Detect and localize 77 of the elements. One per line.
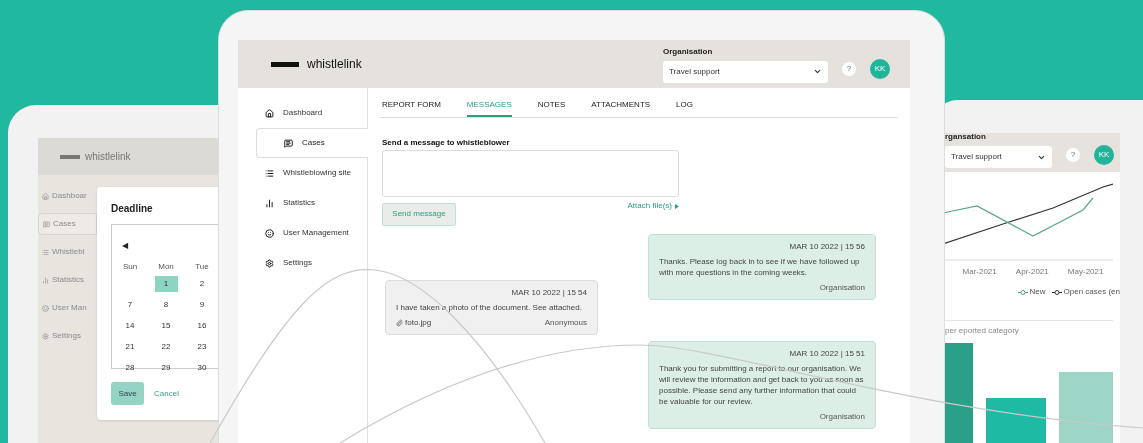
triangle-right-icon xyxy=(675,203,679,209)
axis-label: Mar-2021 xyxy=(962,266,997,278)
smiley-icon xyxy=(42,304,49,312)
save-button[interactable]: Save xyxy=(111,382,144,405)
chart-bar xyxy=(986,398,1046,443)
bar-chart-icon xyxy=(265,198,274,208)
organisation-select[interactable]: Travel support xyxy=(945,146,1052,168)
calendar-day[interactable]: 22 xyxy=(154,338,178,355)
sidebar-item[interactable]: Whistleblowing site xyxy=(238,158,367,188)
calendar-day[interactable]: 30 xyxy=(190,359,214,376)
message-timestamp: MAR 10 2022 | 15 51 xyxy=(788,348,865,360)
settings-icon xyxy=(42,332,49,340)
calendar-day[interactable]: 23 xyxy=(190,338,214,355)
message-timestamp: MAR 10 2022 | 15 54 xyxy=(510,287,587,299)
bar-chart-icon xyxy=(42,276,49,284)
organisation-select[interactable]: Travel support xyxy=(663,60,828,83)
weekday-label: Tue xyxy=(194,261,210,273)
tab[interactable]: LOG xyxy=(676,99,693,117)
smiley-icon xyxy=(265,228,274,238)
attachment-link[interactable]: foto.jpg xyxy=(396,317,432,329)
message-text: Thanks. Please log back in to see if we have followed up with more questions in the coming weeks. xyxy=(659,256,861,278)
home-icon xyxy=(265,108,274,118)
settings-icon xyxy=(265,258,274,268)
calendar-day[interactable]: 9 xyxy=(190,296,214,313)
organisation-label: rgansation xyxy=(945,131,987,143)
weekday-label: Sun xyxy=(121,261,139,273)
calendar-day[interactable]: 7 xyxy=(118,296,142,313)
message-icon xyxy=(284,138,293,148)
message-input[interactable] xyxy=(382,150,679,197)
tab[interactable]: MESSAGES xyxy=(466,99,512,117)
help-button[interactable]: ? xyxy=(842,62,856,76)
calendar-day[interactable]: 2 xyxy=(190,275,214,292)
calendar-day[interactable]: 15 xyxy=(154,317,178,334)
message-icon xyxy=(43,220,50,228)
chart-title: per eported category xyxy=(945,325,1020,337)
list-icon xyxy=(265,168,274,178)
chevron-icon xyxy=(813,67,822,76)
tab[interactable]: REPORT FORM xyxy=(382,99,441,117)
sidebar-item[interactable]: Dashboard xyxy=(238,98,367,128)
sidebar-item[interactable]: Statistics xyxy=(238,188,367,218)
sidebar-item[interactable]: Settings xyxy=(238,248,367,278)
message-timestamp: MAR 10 2022 | 15 56 xyxy=(788,241,865,253)
tab[interactable]: NOTES xyxy=(537,99,566,117)
brand-name: whistlelink xyxy=(307,56,362,73)
sidebar-item[interactable]: Cases xyxy=(256,128,368,158)
legend-label: Open cases (en xyxy=(1063,286,1120,298)
calendar-day[interactable]: 8 xyxy=(154,296,178,313)
calendar-day[interactable]: 28 xyxy=(118,359,142,376)
attach-files-link[interactable]: Attach file(s) xyxy=(627,200,679,212)
form-label: Send a message to whistleblower xyxy=(382,137,511,149)
message-sender: Organisation xyxy=(819,411,865,423)
help-button[interactable]: ? xyxy=(1066,147,1080,162)
calendar-day[interactable]: 21 xyxy=(118,338,142,355)
organisation-label: Organisation xyxy=(663,45,714,58)
message-text: I have taken a photo of the document. See attached. xyxy=(396,302,583,313)
message-sender: Organisation xyxy=(819,282,865,294)
calendar-day[interactable]: 29 xyxy=(154,359,178,376)
cancel-link[interactable]: Cancel xyxy=(154,387,179,400)
tab[interactable]: ATTACHMENTS xyxy=(591,99,651,117)
chart-bar xyxy=(1059,372,1113,443)
logo-mark-icon xyxy=(271,61,299,67)
list-icon xyxy=(42,248,49,256)
dialog-title: Deadline xyxy=(111,202,154,216)
brand-name: whistlelink xyxy=(85,150,131,164)
home-icon xyxy=(42,192,49,200)
axis-label: May-2021 xyxy=(1067,266,1104,278)
calendar-day[interactable]: 16 xyxy=(190,317,214,334)
legend-label: New xyxy=(1029,286,1046,298)
axis-label: Apr-2021 xyxy=(1015,266,1049,278)
paperclip-icon xyxy=(396,319,403,327)
calendar-day[interactable]: 1 xyxy=(154,275,178,292)
logo-mark-icon xyxy=(60,154,80,159)
previous-month-button[interactable]: ◀ xyxy=(122,240,128,252)
message-sender: Anonymous xyxy=(544,317,587,329)
calendar-day[interactable]: 14 xyxy=(118,317,142,334)
sidebar-item[interactable]: User Management xyxy=(238,218,367,248)
weekday-label: Mon xyxy=(157,261,175,273)
